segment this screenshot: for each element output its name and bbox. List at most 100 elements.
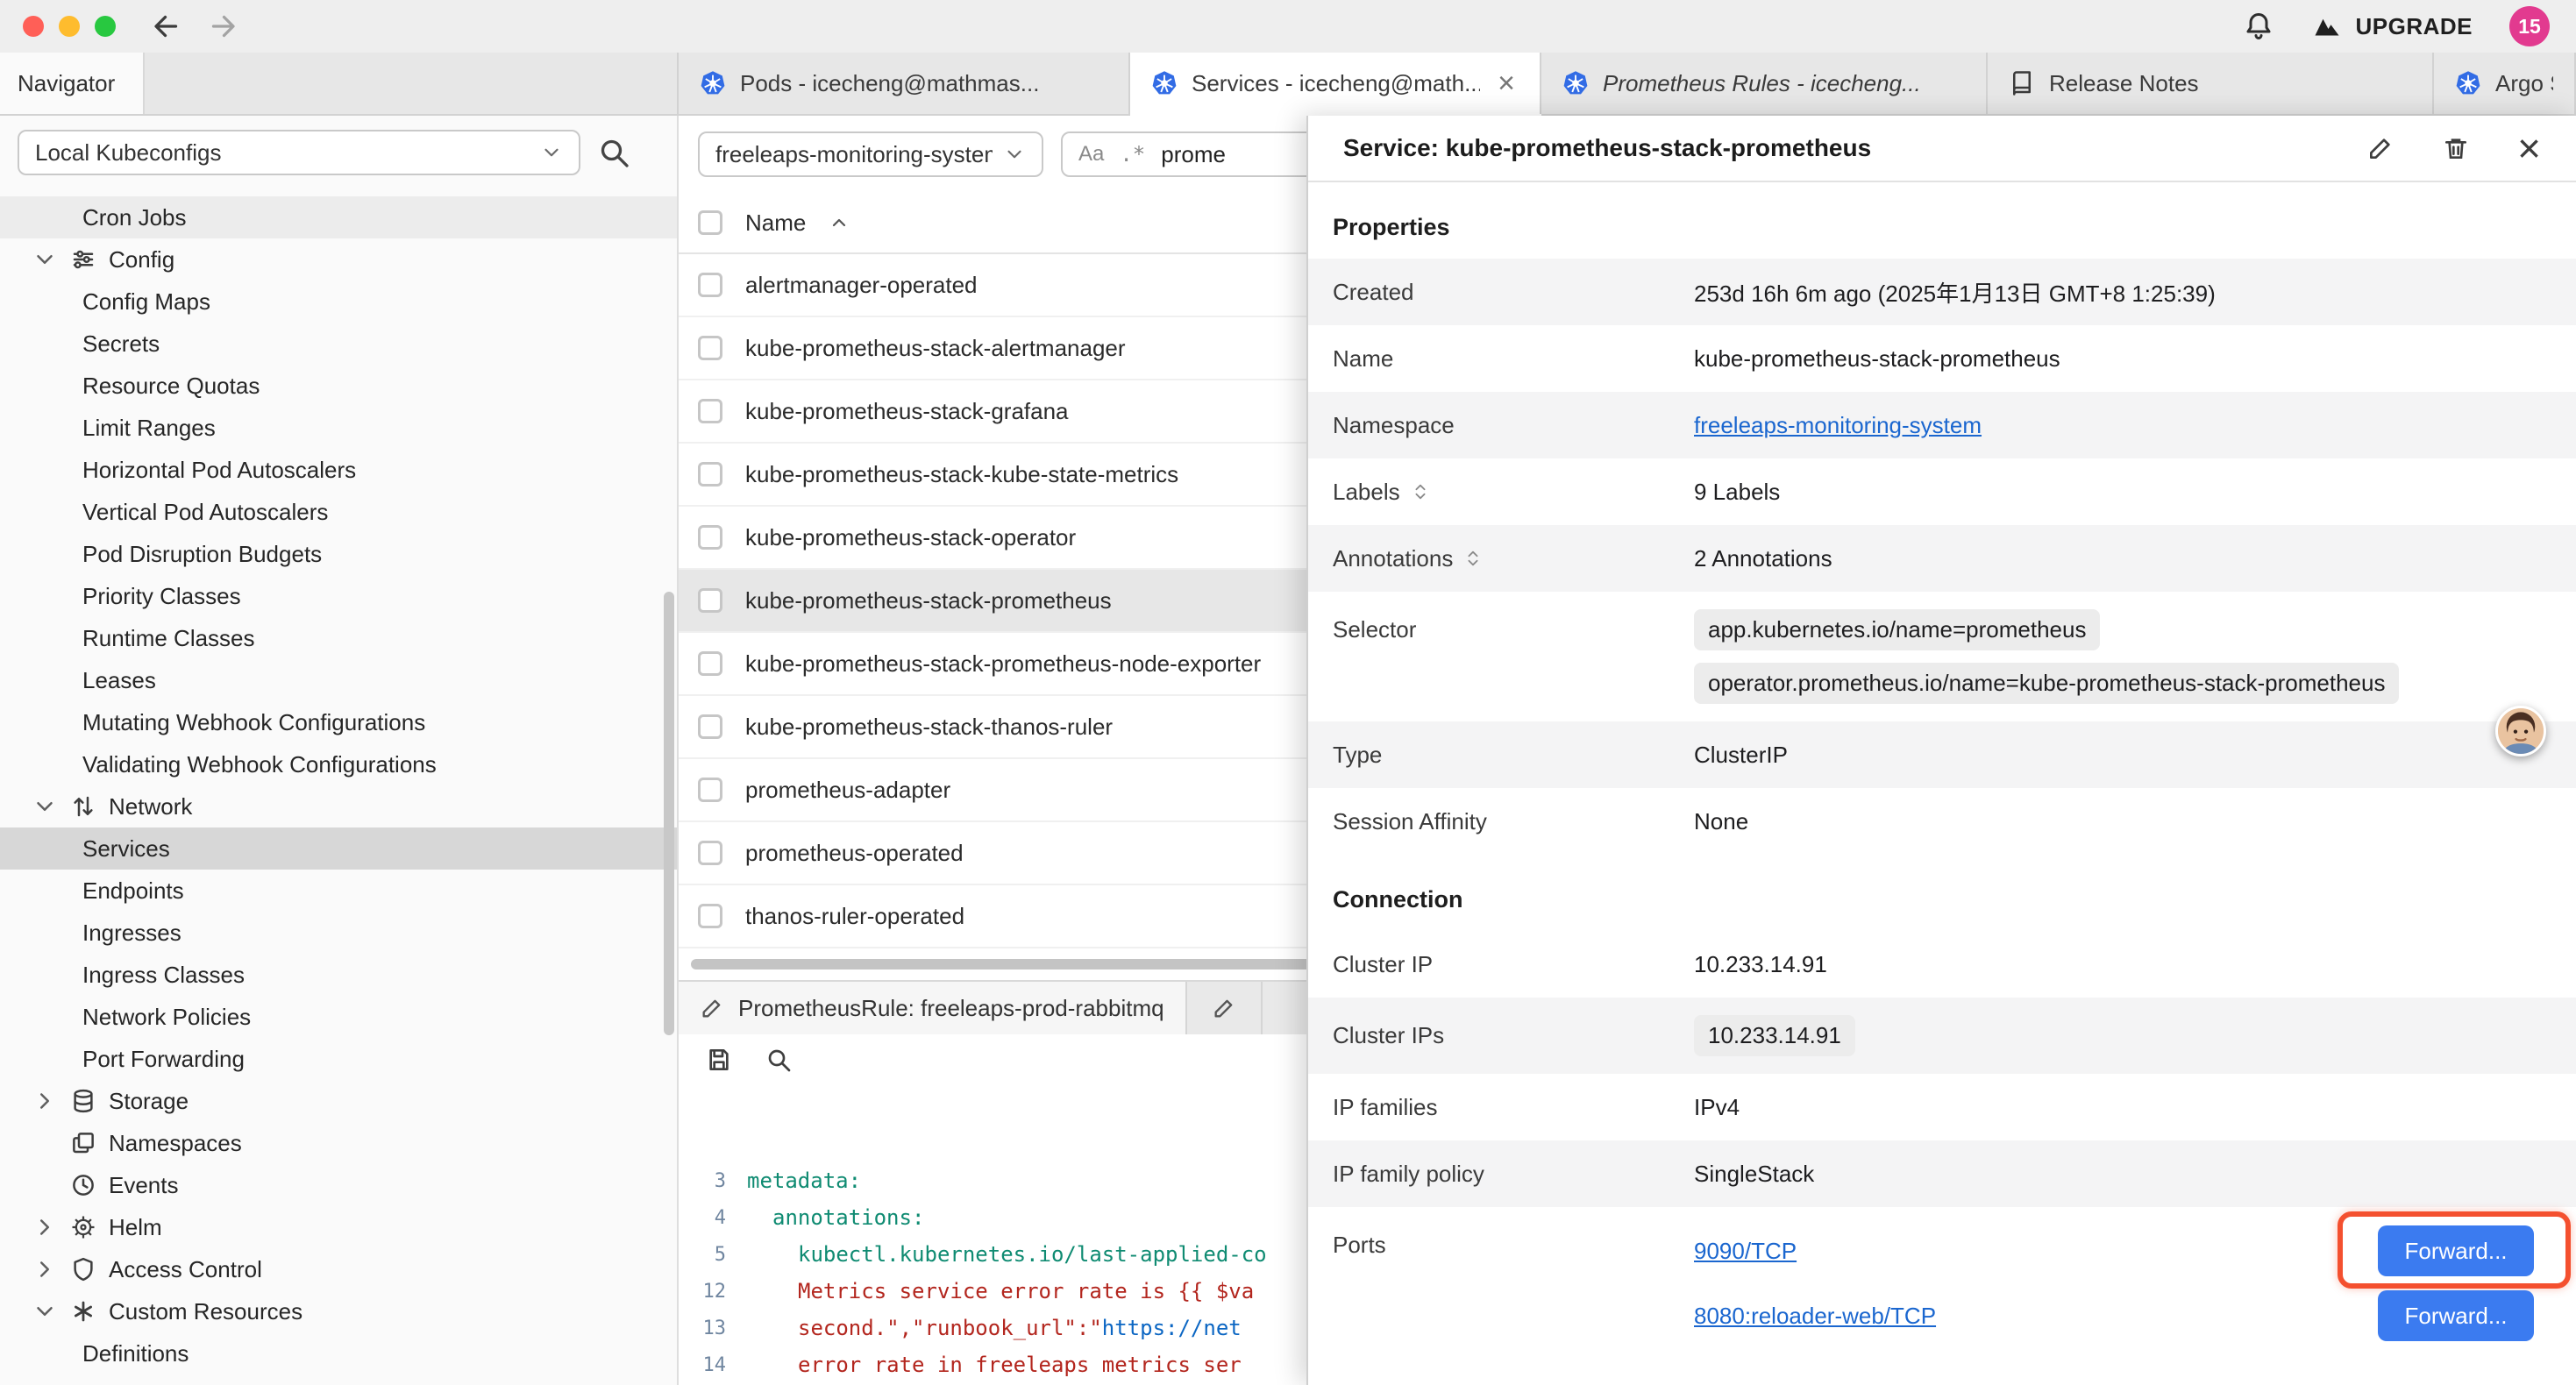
kubernetes-icon bbox=[1562, 70, 1589, 96]
detail-value-text: kube-prometheus-stack-prometheus bbox=[1694, 345, 2060, 373]
kubeconfig-select[interactable]: Local Kubeconfigs bbox=[18, 130, 580, 175]
namespace-select[interactable]: freeleaps-monitoring-system bbox=[698, 131, 1043, 177]
tab-pods-icecheng-mathmas[interactable]: Pods - icecheng@mathmas... bbox=[679, 53, 1130, 114]
sidebar-item-events[interactable]: Events bbox=[0, 1164, 677, 1206]
service-name: kube-prometheus-stack-prometheus bbox=[745, 587, 1112, 614]
kubernetes-icon bbox=[700, 70, 726, 96]
sidebar-item-runtime-classes[interactable]: Runtime Classes bbox=[0, 617, 677, 659]
port-link[interactable]: 9090/TCP bbox=[1694, 1238, 1797, 1265]
detail-row-cluster-ip: Cluster IP10.233.14.91 bbox=[1308, 931, 2576, 998]
chevron-down-icon[interactable] bbox=[32, 793, 58, 820]
navigator-tab[interactable]: Navigator bbox=[0, 53, 145, 114]
tab-prometheus-rules-icecheng[interactable]: Prometheus Rules - icecheng... bbox=[1541, 53, 1988, 114]
row-checkbox[interactable] bbox=[698, 525, 722, 550]
sidebar-item-cron-jobs[interactable]: Cron Jobs bbox=[0, 196, 677, 238]
row-checkbox[interactable] bbox=[698, 273, 722, 297]
sidebar-item-secrets[interactable]: Secrets bbox=[0, 323, 677, 365]
sidebar-search-icon[interactable] bbox=[596, 135, 631, 170]
sidebar-item-config-maps[interactable]: Config Maps bbox=[0, 281, 677, 323]
sidebar-item-services[interactable]: Services bbox=[0, 827, 677, 870]
row-checkbox[interactable] bbox=[698, 904, 722, 928]
close-tab-icon[interactable]: × bbox=[1494, 68, 1519, 98]
match-case-toggle[interactable]: Aa bbox=[1078, 142, 1104, 167]
sidebar-item-label: Services bbox=[82, 835, 170, 863]
chevron-right-icon[interactable] bbox=[32, 1214, 58, 1240]
tab-release-notes[interactable]: Release Notes bbox=[1988, 53, 2434, 114]
minimize-window-button[interactable] bbox=[59, 16, 80, 37]
sidebar-scrollbar[interactable] bbox=[664, 592, 674, 1035]
sidebar-item-label: Helm bbox=[109, 1214, 162, 1241]
namespace-link[interactable]: freeleaps-monitoring-system bbox=[1694, 412, 1982, 439]
row-checkbox[interactable] bbox=[698, 588, 722, 613]
sidebar-item-leases[interactable]: Leases bbox=[0, 659, 677, 701]
upgrade-button[interactable]: UPGRADE bbox=[2311, 11, 2473, 42]
close-window-button[interactable] bbox=[23, 16, 44, 37]
detail-value-text: 253d 16h 6m ago (2025年1月13日 GMT+8 1:25:3… bbox=[1694, 276, 2216, 309]
chevron-down-icon[interactable] bbox=[32, 1298, 58, 1325]
sidebar-item-custom-resources[interactable]: Custom Resources bbox=[0, 1290, 677, 1332]
row-checkbox[interactable] bbox=[698, 462, 722, 487]
detail-label: Selector bbox=[1333, 609, 1694, 643]
tab-argo-s[interactable]: Argo S... bbox=[2434, 53, 2576, 114]
editor-search-icon[interactable] bbox=[765, 1046, 793, 1074]
kubernetes-icon bbox=[2455, 70, 2481, 96]
sidebar-item-network-policies[interactable]: Network Policies bbox=[0, 996, 677, 1038]
chevron-down-icon[interactable] bbox=[32, 246, 58, 273]
sidebar-item-storage[interactable]: Storage bbox=[0, 1080, 677, 1122]
forward-button[interactable]: Forward... bbox=[2378, 1290, 2534, 1341]
sidebar-item-resource-quotas[interactable]: Resource Quotas bbox=[0, 365, 677, 407]
close-icon[interactable]: × bbox=[2517, 128, 2541, 168]
forward-icon[interactable] bbox=[207, 11, 238, 42]
tab-services-icecheng-math[interactable]: Services - icecheng@math...× bbox=[1130, 53, 1541, 114]
detail-label: Cluster IP bbox=[1333, 951, 1694, 978]
sidebar-item-endpoints[interactable]: Endpoints bbox=[0, 870, 677, 912]
sidebar-item-port-forwarding[interactable]: Port Forwarding bbox=[0, 1038, 677, 1080]
sidebar-item-ingress-classes[interactable]: Ingress Classes bbox=[0, 954, 677, 996]
row-checkbox[interactable] bbox=[698, 399, 722, 423]
zoom-window-button[interactable] bbox=[95, 16, 116, 37]
select-all-checkbox[interactable] bbox=[698, 210, 722, 235]
name-column-header[interactable]: Name bbox=[745, 210, 806, 237]
row-checkbox[interactable] bbox=[698, 778, 722, 802]
detail-row-session-affinity: Session AffinityNone bbox=[1308, 788, 2576, 855]
row-checkbox[interactable] bbox=[698, 336, 722, 360]
forward-button[interactable]: Forward... bbox=[2378, 1225, 2534, 1276]
expand-toggle-icon[interactable] bbox=[1411, 482, 1430, 501]
expand-toggle-icon[interactable] bbox=[1463, 549, 1483, 568]
service-name: prometheus-operated bbox=[745, 840, 964, 867]
service-name: kube-prometheus-stack-alertmanager bbox=[745, 335, 1126, 362]
delete-icon[interactable] bbox=[2442, 134, 2470, 162]
chevron-right-icon[interactable] bbox=[32, 1256, 58, 1282]
row-checkbox[interactable] bbox=[698, 714, 722, 739]
sidebar-item-limit-ranges[interactable]: Limit Ranges bbox=[0, 407, 677, 449]
sidebar-item-vertical-pod-autoscalers[interactable]: Vertical Pod Autoscalers bbox=[0, 491, 677, 533]
row-checkbox[interactable] bbox=[698, 651, 722, 676]
back-icon[interactable] bbox=[151, 11, 182, 42]
detail-value-text: None bbox=[1694, 808, 1748, 835]
editor-tab-prometheusrule[interactable]: PrometheusRule: freeleaps-prod-rabbitmq bbox=[679, 982, 1187, 1034]
sidebar-item-horizontal-pod-autoscalers[interactable]: Horizontal Pod Autoscalers bbox=[0, 449, 677, 491]
drawer-header: Service: kube-prometheus-stack-prometheu… bbox=[1308, 116, 2576, 182]
regex-toggle[interactable]: .* bbox=[1120, 142, 1145, 167]
sidebar-item-helm[interactable]: Helm bbox=[0, 1206, 677, 1248]
sidebar-item-priority-classes[interactable]: Priority Classes bbox=[0, 575, 677, 617]
sidebar-item-ingresses[interactable]: Ingresses bbox=[0, 912, 677, 954]
sort-ascending-icon[interactable] bbox=[829, 212, 850, 233]
sidebar-item-mutating-webhook-configurations[interactable]: Mutating Webhook Configurations bbox=[0, 701, 677, 743]
notification-count-badge[interactable]: 15 bbox=[2509, 6, 2550, 46]
edit-icon[interactable] bbox=[2366, 134, 2395, 162]
user-avatar[interactable] bbox=[2495, 706, 2546, 756]
editor-tab-partial[interactable] bbox=[1187, 982, 1263, 1034]
save-icon[interactable] bbox=[705, 1046, 733, 1074]
sidebar-item-pod-disruption-budgets[interactable]: Pod Disruption Budgets bbox=[0, 533, 677, 575]
row-checkbox[interactable] bbox=[698, 841, 722, 865]
sidebar-item-config[interactable]: Config bbox=[0, 238, 677, 281]
sidebar-item-validating-webhook-configurations[interactable]: Validating Webhook Configurations bbox=[0, 743, 677, 785]
sidebar-item-definitions[interactable]: Definitions bbox=[0, 1332, 677, 1374]
notifications-bell-icon[interactable] bbox=[2243, 11, 2274, 42]
sidebar-item-access-control[interactable]: Access Control bbox=[0, 1248, 677, 1290]
chevron-right-icon[interactable] bbox=[32, 1088, 58, 1114]
sidebar-item-network[interactable]: Network bbox=[0, 785, 677, 827]
port-link[interactable]: 8080:reloader-web/TCP bbox=[1694, 1303, 1936, 1330]
sidebar-item-namespaces[interactable]: Namespaces bbox=[0, 1122, 677, 1164]
